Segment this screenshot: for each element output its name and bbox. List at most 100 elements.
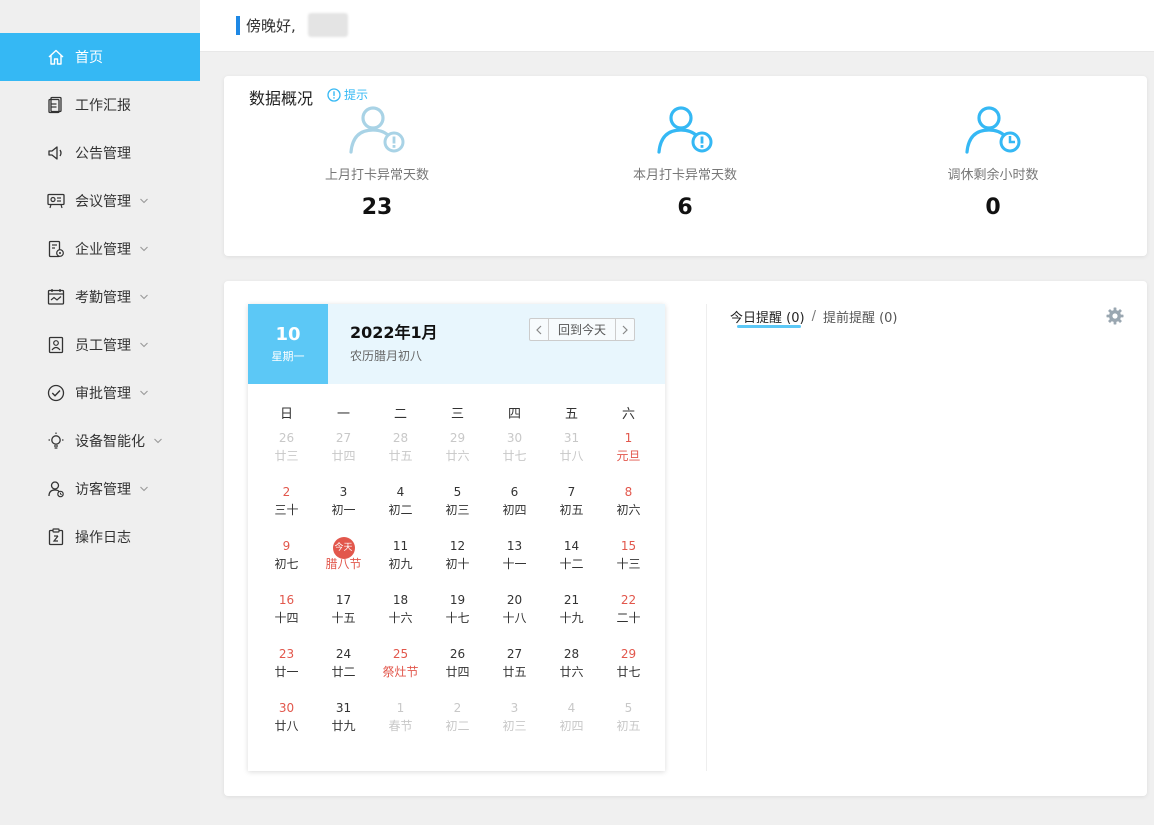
calendar-day[interactable]: 22 二十 (600, 592, 657, 640)
day-lunar: 十四 (274, 611, 299, 625)
calendar-day[interactable]: 11 初九 (372, 538, 429, 586)
prev-month-button[interactable] (530, 319, 548, 340)
gear-icon[interactable] (1105, 306, 1125, 326)
day-number: 27 (506, 647, 523, 661)
sidebar-item[interactable]: 企业管理 (0, 225, 200, 273)
day-lunar: 腊八节 (325, 557, 362, 571)
calendar-day[interactable]: 5 初五 (600, 700, 657, 748)
calendar-day[interactable]: 28 廿五 (372, 430, 429, 478)
day-lunar: 廿六 (445, 449, 470, 463)
calendar-day[interactable]: 9 初七 (258, 538, 315, 586)
calendar-day[interactable]: 19 十七 (429, 592, 486, 640)
calendar-day[interactable]: 29 廿六 (429, 430, 486, 478)
day-lunar: 初三 (445, 503, 470, 517)
calendar-day[interactable]: 15 十三 (600, 538, 657, 586)
calendar-day[interactable]: 26 廿三 (258, 430, 315, 478)
calendar-day[interactable]: 18 十六 (372, 592, 429, 640)
calendar-day[interactable]: 5 初三 (429, 484, 486, 532)
calendar-day[interactable]: 3 初一 (315, 484, 372, 532)
day-lunar: 初七 (274, 557, 299, 571)
calendar-day[interactable]: 30 廿八 (258, 700, 315, 748)
calendar-day[interactable]: 13 十一 (486, 538, 543, 586)
calendar-day[interactable]: 14 十二 (543, 538, 600, 586)
calendar-day[interactable]: 24 廿二 (315, 646, 372, 694)
weekday-header: 三 (450, 407, 464, 422)
sidebar-item-label: 首页 (75, 50, 103, 66)
calendar-day[interactable]: 29 廿七 (600, 646, 657, 694)
chevron-down-icon (139, 292, 149, 302)
day-lunar: 十九 (559, 611, 584, 625)
calendar-day[interactable]: 2 初二 (429, 700, 486, 748)
day-number: 3 (510, 701, 519, 715)
sidebar-item-label: 工作汇报 (75, 98, 131, 114)
overview-tip-link[interactable]: 提示 (327, 86, 368, 103)
calendar-day[interactable]: 26 廿四 (429, 646, 486, 694)
day-number: 17 (335, 593, 352, 607)
calendar-day[interactable]: 6 初四 (486, 484, 543, 532)
tab-today-reminders[interactable]: 今日提醒 (0) (730, 307, 805, 326)
calendar-day[interactable]: 25 祭灶节 (372, 646, 429, 694)
panel-divider (706, 304, 707, 771)
sidebar-item[interactable]: 审批管理 (0, 369, 200, 417)
day-number: 19 (449, 593, 466, 607)
sidebar-item[interactable]: 会议管理 (0, 177, 200, 225)
calendar-day[interactable]: 27 廿四 (315, 430, 372, 478)
tab-advance-reminders[interactable]: 提前提醒 (0) (823, 307, 898, 326)
next-month-button[interactable] (616, 319, 634, 340)
day-number: 16 (278, 593, 295, 607)
day-number: 21 (563, 593, 580, 607)
calendar-day[interactable]: 12 初十 (429, 538, 486, 586)
user-alert-icon (349, 106, 405, 154)
day-number: 30 (278, 701, 295, 715)
calendar-day[interactable]: 2 三十 (258, 484, 315, 532)
calendar-day[interactable]: 4 初二 (372, 484, 429, 532)
day-number: 30 (506, 431, 523, 445)
calendar-day[interactable]: 17 十五 (315, 592, 372, 640)
sidebar-item-label: 审批管理 (75, 386, 131, 402)
day-number: 4 (396, 485, 405, 499)
calendar-day-today[interactable]: 今天 腊八节 (315, 537, 372, 586)
info-icon (327, 87, 341, 102)
sidebar-item[interactable]: 工作汇报 (0, 81, 200, 129)
back-to-today-button[interactable]: 回到今天 (548, 319, 616, 340)
calendar-day[interactable]: 27 廿五 (486, 646, 543, 694)
day-number: 1 (396, 701, 405, 715)
stat-value: 23 (361, 195, 393, 220)
calendar-day[interactable]: 28 廿六 (543, 646, 600, 694)
calendar-day[interactable]: 31 廿八 (543, 430, 600, 478)
calendar-day[interactable]: 20 十八 (486, 592, 543, 640)
calendar-day[interactable]: 7 初五 (543, 484, 600, 532)
chevron-left-icon (536, 325, 542, 334)
calendar-day[interactable]: 1 春节 (372, 700, 429, 748)
calendar-header: 10 星期一 2022年1月 农历腊月初八 回到今天 (248, 304, 665, 384)
calendar-day[interactable]: 21 十九 (543, 592, 600, 640)
calendar-day[interactable]: 30 廿七 (486, 430, 543, 478)
day-number: 31 (563, 431, 580, 445)
sidebar-item[interactable]: 设备智能化 (0, 417, 200, 465)
sidebar-item[interactable]: 访客管理 (0, 465, 200, 513)
day-number: 14 (563, 539, 580, 553)
sidebar-item[interactable]: 首页 (0, 33, 200, 81)
day-lunar: 廿四 (445, 665, 470, 679)
sidebar-item[interactable]: 公告管理 (0, 129, 200, 177)
chevron-down-icon (139, 388, 149, 398)
day-lunar: 春节 (388, 719, 413, 733)
calendar-day[interactable]: 16 十四 (258, 592, 315, 640)
day-lunar: 初十 (445, 557, 470, 571)
day-number: 8 (624, 485, 633, 499)
calendar: 10 星期一 2022年1月 农历腊月初八 回到今天 日一二三四五六 26 廿三 27… (248, 304, 665, 771)
calendar-day[interactable]: 8 初六 (600, 484, 657, 532)
overview-stat: 调休剩余小时数 0 (883, 102, 1103, 220)
calendar-day[interactable]: 1 元旦 (600, 430, 657, 478)
calendar-day[interactable]: 23 廿一 (258, 646, 315, 694)
day-lunar: 祭灶节 (382, 665, 419, 679)
day-lunar: 廿五 (502, 665, 527, 679)
sidebar-item[interactable]: 员工管理 (0, 321, 200, 369)
day-lunar: 十五 (331, 611, 356, 625)
sidebar-item[interactable]: 考勤管理 (0, 273, 200, 321)
calendar-day[interactable]: 4 初四 (543, 700, 600, 748)
stat-value: 0 (985, 195, 1001, 220)
sidebar-item[interactable]: 操作日志 (0, 513, 200, 561)
calendar-day[interactable]: 3 初三 (486, 700, 543, 748)
calendar-day[interactable]: 31 廿九 (315, 700, 372, 748)
